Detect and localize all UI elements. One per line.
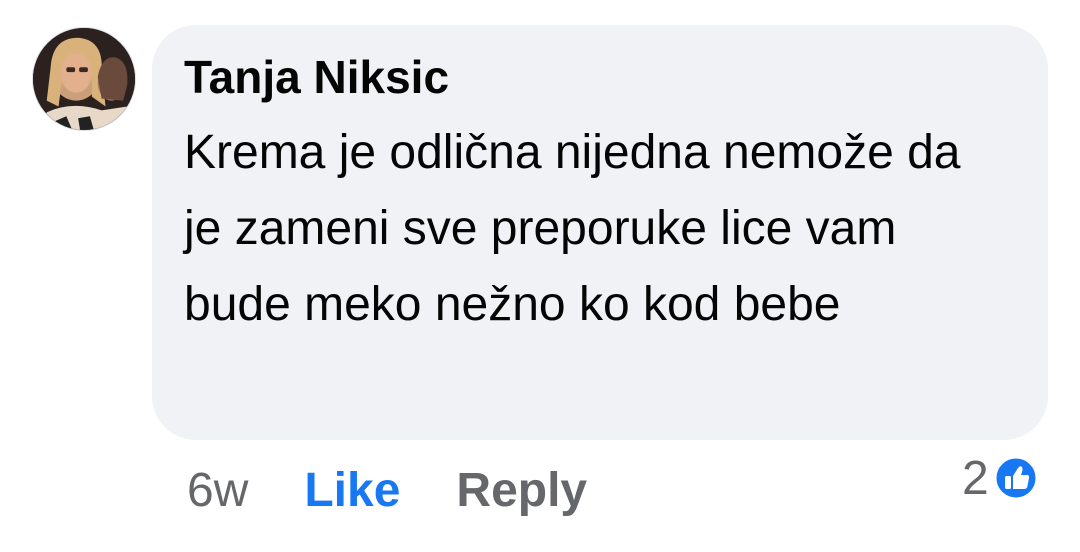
avatar[interactable] (32, 27, 136, 131)
comment-timestamp[interactable]: 6w (187, 463, 248, 518)
reply-button[interactable]: Reply (456, 463, 587, 518)
user-avatar-photo-icon (33, 28, 135, 130)
like-reaction-icon (993, 455, 1039, 501)
comment-bubble: Tanja Niksic Krema je odlična nijedna ne… (152, 25, 1048, 440)
reaction-count: 2 (962, 451, 989, 505)
like-button[interactable]: Like (304, 463, 400, 518)
reaction-summary[interactable]: 2 (962, 451, 1039, 505)
comment-author-name[interactable]: Tanja Niksic (184, 49, 1018, 105)
comment-text: Krema je odlična nijedna nemože da je za… (184, 126, 961, 331)
comment-actions: 6w Like Reply (187, 458, 587, 522)
